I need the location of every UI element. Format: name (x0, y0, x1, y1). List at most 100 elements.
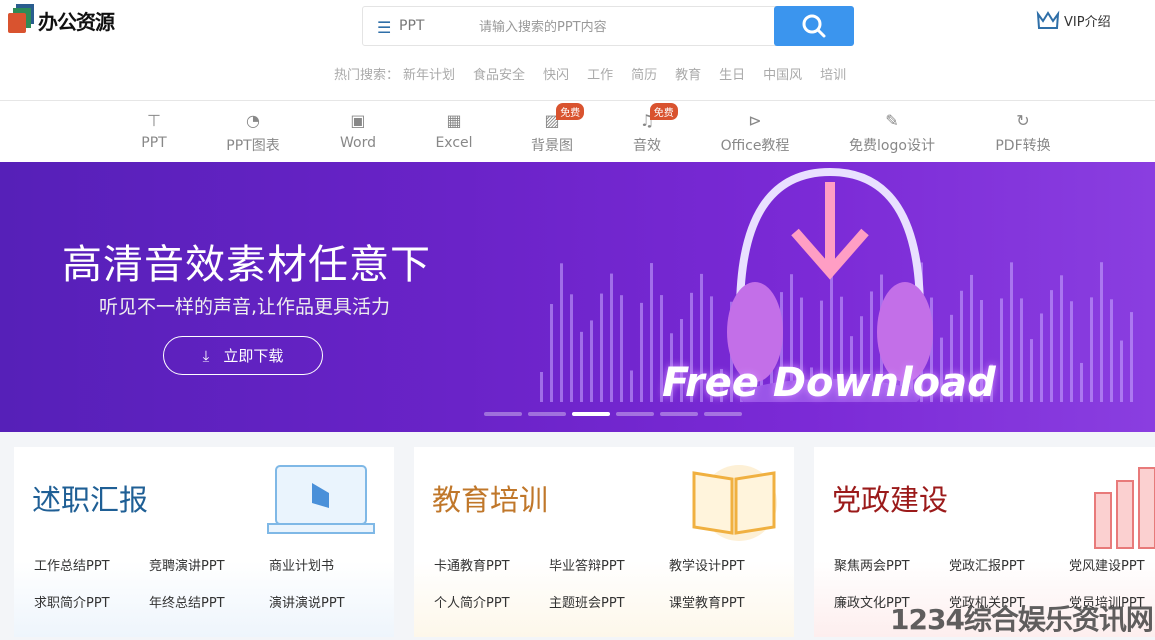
word-doc-icon: ▣ (350, 110, 366, 130)
equalizer-bar (1080, 362, 1083, 402)
equalizer-bar (1120, 340, 1123, 402)
carousel-dot[interactable] (616, 412, 654, 416)
crown-icon (1036, 10, 1060, 29)
hero-banner[interactable]: 高清音效素材任意下 听见不一样的声音,让作品更具活力 ⤓ 立即下载 Free D… (0, 162, 1155, 432)
nav-background[interactable]: ▨ 背景图 免费 (531, 103, 585, 155)
card-title: 述职汇报 (32, 483, 149, 517)
hot-term[interactable]: 简历 (631, 64, 657, 83)
search-bar: ☰ PPT (362, 6, 854, 46)
equalizer-bar (1030, 339, 1033, 402)
hot-term[interactable]: 教育 (675, 64, 701, 83)
equalizer-bar (630, 370, 633, 402)
carousel-dot[interactable] (660, 412, 698, 416)
card-link[interactable]: 求职简介PPT (34, 592, 149, 611)
equalizer-bar (600, 293, 603, 402)
card-link[interactable]: 毕业答辩PPT (549, 555, 669, 574)
nav-label: 背景图 (531, 138, 573, 154)
nav-label: 音效 (633, 138, 661, 154)
card-title: 教育培训 (432, 483, 549, 517)
category-nav: ⊤ PPT ◔ PPT图表 ▣ Word ▦ Excel ▨ 背景图 免费 ♫ 音效 免费 ⊳ O… (0, 101, 1155, 162)
nav-pdf-convert[interactable]: ↻ PDF转换 (995, 109, 1050, 155)
card-link[interactable]: 个人简介PPT (434, 592, 549, 611)
equalizer-bar (1130, 312, 1133, 402)
equalizer-bar (1050, 290, 1053, 402)
nav-ppt-chart[interactable]: ◔ PPT图表 (226, 109, 279, 155)
category-card-report[interactable]: 述职汇报 工作总结PPT 竞聘演讲PPT 商业计划书 求职简介PPT 年终总结PPT 演… (14, 447, 394, 637)
download-label: 立即下载 (223, 347, 284, 365)
category-card-education[interactable]: 教育培训 卡通教育PPT 毕业答辩PPT 教学设计PPT 个人简介PPT 主题班会PP… (414, 447, 794, 637)
search-icon (802, 14, 826, 38)
nav-label: PDF转换 (995, 138, 1051, 154)
banner-subtitle: 听见不一样的声音,让作品更具活力 (99, 296, 391, 318)
hot-term[interactable]: 工作 (587, 64, 613, 83)
equalizer-bar (1100, 262, 1103, 402)
hot-term[interactable]: 食品安全 (473, 64, 525, 83)
nav-label: Word (340, 135, 376, 151)
card-link[interactable]: 工作总结PPT (34, 555, 149, 574)
nav-ppt[interactable]: ⊤ PPT (141, 109, 166, 152)
hot-term[interactable]: 生日 (719, 64, 745, 83)
search-type-select[interactable]: PPT (399, 18, 424, 34)
logo-icon (8, 4, 34, 36)
free-download-art-text: Free Download (662, 360, 996, 406)
nav-label: Excel (435, 135, 473, 151)
download-button[interactable]: ⤓ 立即下载 (163, 336, 323, 375)
carousel-dot[interactable] (484, 412, 522, 416)
spreadsheet-icon: ▦ (446, 110, 462, 130)
card-link[interactable]: 演讲演说PPT (269, 592, 384, 611)
equalizer-bar (580, 331, 583, 402)
equalizer-bar (1060, 275, 1063, 402)
menu-icon[interactable]: ☰ (377, 18, 391, 37)
laptop-megaphone-icon (267, 465, 375, 534)
card-link[interactable]: 课堂教育PPT (669, 592, 784, 611)
nav-excel[interactable]: ▦ Excel (435, 109, 473, 152)
card-link[interactable]: 竞聘演讲PPT (149, 555, 269, 574)
card-link[interactable]: 卡通教育PPT (434, 555, 549, 574)
equalizer-bar (560, 263, 563, 402)
equalizer-bar (1110, 299, 1113, 402)
nav-sound[interactable]: ♫ 音效 免费 (633, 103, 678, 155)
bar-buildings-icon (1094, 467, 1155, 549)
card-title: 党政建设 (832, 483, 949, 517)
nav-logo-design[interactable]: ✎ 免费logo设计 (849, 109, 935, 155)
equalizer-bar (540, 372, 543, 402)
nav-word[interactable]: ▣ Word (340, 109, 376, 152)
search-input[interactable] (479, 16, 769, 38)
card-link[interactable]: 党政汇报PPT (949, 555, 1069, 574)
hot-term[interactable]: 快闪 (543, 64, 569, 83)
free-badge: 免费 (649, 103, 678, 120)
card-link[interactable]: 党风建设PPT (1069, 555, 1155, 574)
card-links: 工作总结PPT 竞聘演讲PPT 商业计划书 求职简介PPT 年终总结PPT 演讲演说PP… (34, 555, 384, 611)
logo[interactable]: 办公资源 (8, 4, 115, 36)
equalizer-bar (1000, 298, 1003, 402)
card-links: 卡通教育PPT 毕业答辩PPT 教学设计PPT 个人简介PPT 主题班会PPT 课堂教育… (434, 555, 784, 611)
equalizer-bar (590, 320, 593, 402)
hot-label: 热门搜索： (334, 68, 400, 83)
play-circle-icon: ⊳ (748, 110, 762, 130)
hot-term[interactable]: 培训 (820, 64, 846, 83)
search-button[interactable] (774, 6, 854, 46)
equalizer-bar (1090, 297, 1093, 402)
carousel-dot-active[interactable] (572, 412, 610, 416)
card-link[interactable]: 商业计划书 (269, 555, 384, 574)
watermark: 1234综合娱乐资讯网 (890, 603, 1154, 636)
vip-link[interactable]: VIP介绍 (1036, 10, 1111, 30)
card-link[interactable]: 聚焦两会PPT (834, 555, 949, 574)
refresh-icon: ↻ (1016, 110, 1030, 130)
carousel-dot[interactable] (704, 412, 742, 416)
presentation-icon: ⊤ (147, 110, 161, 130)
card-link[interactable]: 主题班会PPT (549, 592, 669, 611)
nav-label: Office教程 (720, 138, 790, 154)
nav-office-tutorial[interactable]: ⊳ Office教程 (721, 109, 790, 155)
hot-term[interactable]: 中国风 (763, 64, 802, 83)
hot-term[interactable]: 新年计划 (403, 64, 455, 83)
card-link[interactable]: 年终总结PPT (149, 592, 269, 611)
carousel-dot[interactable] (528, 412, 566, 416)
logo-text: 办公资源 (38, 9, 115, 34)
pie-chart-icon: ◔ (246, 110, 260, 130)
equalizer-bar (650, 263, 653, 402)
nav-label: PPT图表 (226, 138, 280, 154)
equalizer-bar (1020, 298, 1023, 402)
card-link[interactable]: 教学设计PPT (669, 555, 784, 574)
equalizer-bar (550, 304, 553, 402)
